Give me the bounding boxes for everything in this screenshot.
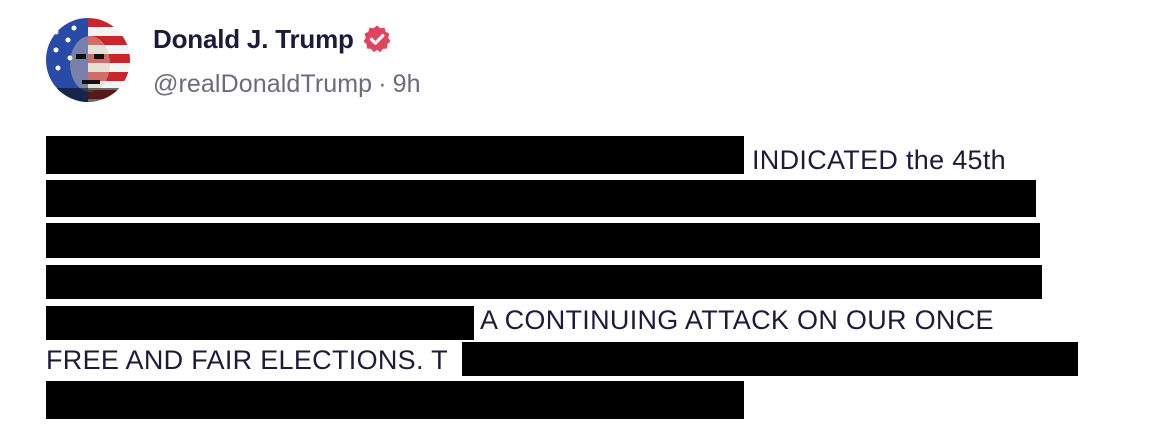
redaction-block bbox=[46, 306, 474, 340]
redaction-block bbox=[46, 180, 1036, 217]
post-text-line: INDICATED the 45th bbox=[752, 145, 1006, 175]
post-text-line: A CONTINUING ATTACK ON OUR ONCE bbox=[480, 305, 994, 335]
post-text-line: FREE AND FAIR ELECTIONS. T bbox=[46, 345, 448, 375]
post-body: INDICATED the 45th A CONTINUING ATTACK O… bbox=[0, 0, 1156, 430]
redaction-block bbox=[46, 381, 744, 419]
redaction-block bbox=[46, 136, 744, 174]
redaction-block bbox=[46, 223, 1040, 258]
redaction-block bbox=[462, 342, 1078, 376]
redaction-block bbox=[46, 265, 1042, 299]
